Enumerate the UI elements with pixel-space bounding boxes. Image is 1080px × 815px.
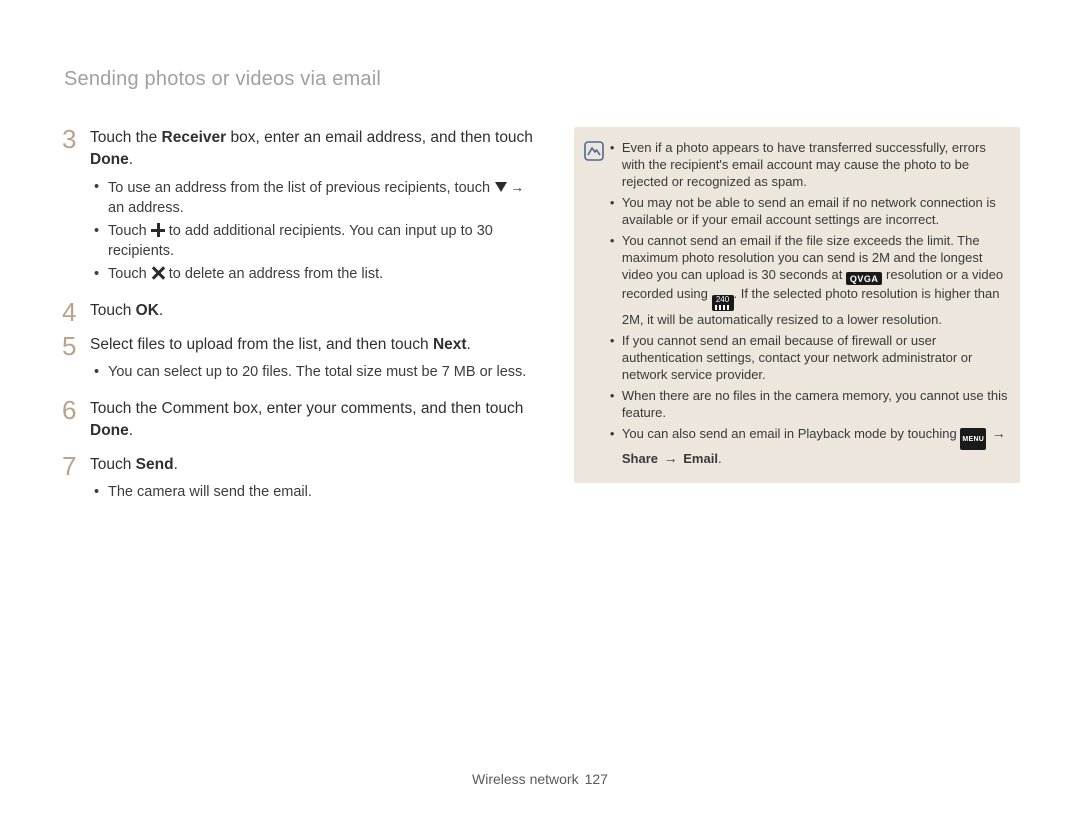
triangle-down-icon: [494, 180, 508, 194]
arrow-right-icon: →: [508, 177, 526, 197]
text: Touch the: [90, 129, 162, 146]
page: Sending photos or videos via email 3 Tou…: [0, 0, 1080, 815]
text: an address.: [108, 200, 184, 216]
text-bold: OK: [136, 302, 159, 319]
step-number: 5: [62, 334, 90, 392]
list-item: The camera will send the email.: [108, 482, 538, 502]
text-bold: Done: [90, 422, 129, 439]
step-body: Touch the Receiver box, enter an email a…: [90, 127, 538, 294]
step-number: 3: [62, 127, 90, 294]
text-bold: Share: [622, 451, 658, 466]
step-number: 6: [62, 398, 90, 448]
list-item: Even if a photo appears to have transfer…: [622, 139, 1008, 190]
note-box: Even if a photo appears to have transfer…: [574, 127, 1020, 483]
text: Touch: [108, 223, 151, 239]
text: box, enter an email address, and then to…: [226, 129, 533, 146]
text-bold: Next: [433, 336, 467, 353]
text: To use an address from the list of previ…: [108, 180, 494, 196]
text-bold: Send: [136, 456, 174, 473]
sub-list: The camera will send the email.: [90, 482, 538, 502]
text: Touch: [108, 266, 151, 282]
right-column: Even if a photo appears to have transfer…: [574, 127, 1020, 518]
text: .: [467, 336, 471, 353]
step-6: 6 Touch the Comment box, enter your comm…: [62, 398, 538, 448]
page-footer: Wireless network 127: [0, 771, 1080, 787]
text: to add additional recipients. You can in…: [108, 223, 493, 259]
step-4: 4 Touch OK.: [62, 300, 538, 328]
list-item: You may not be able to send an email if …: [622, 194, 1008, 228]
note-list: Even if a photo appears to have transfer…: [608, 139, 1008, 471]
step-body: Touch OK.: [90, 300, 538, 328]
close-icon: [151, 266, 165, 280]
list-item: Touch to add additional recipients. You …: [108, 221, 538, 261]
text: .: [159, 302, 163, 319]
text: .: [129, 151, 133, 168]
text: You can also send an email in Playback m…: [622, 426, 960, 441]
step-3: 3 Touch the Receiver box, enter an email…: [62, 127, 538, 294]
menu-label-icon: MENU: [960, 428, 986, 450]
qvga-label-icon: QVGA: [846, 272, 883, 285]
sub-list: You can select up to 20 files. The total…: [90, 362, 538, 382]
step-number: 7: [62, 454, 90, 512]
text: Touch: [90, 456, 136, 473]
list-item: You cannot send an email if the file siz…: [622, 232, 1008, 328]
list-item: Touch to delete an address from the list…: [108, 264, 538, 284]
text: Touch the Comment box, enter your commen…: [90, 400, 523, 417]
list-item: You can select up to 20 files. The total…: [108, 362, 538, 382]
list-item: To use an address from the list of previ…: [108, 177, 538, 218]
step-body: Touch the Comment box, enter your commen…: [90, 398, 538, 448]
footer-section: Wireless network: [472, 771, 579, 787]
arrow-right-icon: →: [662, 450, 680, 467]
page-number: 127: [585, 771, 608, 787]
sub-list: To use an address from the list of previ…: [90, 177, 538, 284]
page-title: Sending photos or videos via email: [64, 68, 1020, 91]
text-bold: Email: [683, 451, 718, 466]
text: to delete an address from the list.: [165, 266, 383, 282]
list-item: When there are no files in the camera me…: [622, 387, 1008, 421]
text: Touch: [90, 302, 136, 319]
step-body: Select files to upload from the list, an…: [90, 334, 538, 392]
step-7: 7 Touch Send. The camera will send the e…: [62, 454, 538, 512]
text: Select files to upload from the list, an…: [90, 336, 433, 353]
content-columns: 3 Touch the Receiver box, enter an email…: [62, 127, 1020, 518]
list-item: You can also send an email in Playback m…: [622, 425, 1008, 467]
left-column: 3 Touch the Receiver box, enter an email…: [62, 127, 538, 518]
text-bold: Receiver: [162, 129, 227, 146]
text: 240: [716, 295, 729, 304]
text: .: [129, 422, 133, 439]
resolution-240-icon: 240: [712, 295, 734, 311]
note-icon: [584, 139, 608, 471]
list-item: If you cannot send an email because of f…: [622, 332, 1008, 383]
plus-icon: [151, 223, 165, 237]
step-number: 4: [62, 300, 90, 328]
step-5: 5 Select files to upload from the list, …: [62, 334, 538, 392]
arrow-right-icon: →: [990, 425, 1008, 442]
text: .: [174, 456, 178, 473]
step-body: Touch Send. The camera will send the ema…: [90, 454, 538, 512]
text-bold: Done: [90, 151, 129, 168]
